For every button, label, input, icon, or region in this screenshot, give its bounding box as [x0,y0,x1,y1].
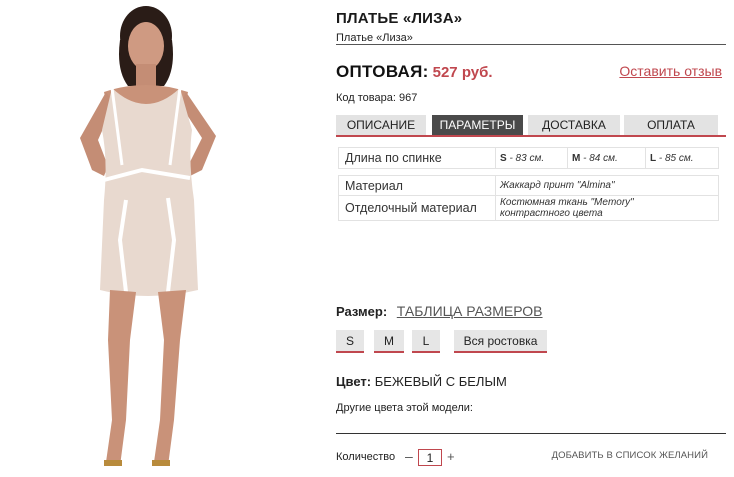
quantity-row: Количество – + ДОБАВИТЬ В СПИСОК ЖЕЛАНИЙ [336,448,726,468]
size-all-button[interactable]: Вся ростовка [454,330,547,353]
color-value: БЕЖЕВЫЙ С БЕЛЫМ [374,374,507,389]
leave-review-link[interactable]: Оставить отзыв [619,63,722,79]
price-value: 527 руб. [432,64,493,81]
price-label: ОПТОВАЯ: [336,62,429,81]
tab-description[interactable]: ОПИСАНИЕ [336,115,426,135]
product-subtitle: Платье «Лиза» [336,32,413,44]
other-colors-label: Другие цвета этой модели: [336,402,473,414]
param-label-trim: Отделочный материал [338,195,496,221]
table-row: Материал Жаккард принт "Almina" [338,175,719,196]
tab-parameters[interactable]: ПАРАМЕТРЫ [432,115,523,135]
tab-payment[interactable]: ОПЛАТА [624,115,718,135]
tabs-underline [336,135,726,137]
trim-text: Костюмная ткань "Memory" контрастного цв… [500,197,634,219]
product-tabs: ОПИСАНИЕ ПАРАМЕТРЫ ДОСТАВКА ОПЛАТА [336,115,726,137]
param-label-material: Материал [338,175,496,196]
size-l-button[interactable]: L [412,330,440,353]
param-value-s: S - 83 см. [495,147,568,169]
product-details-panel: ПЛАТЬЕ «ЛИЗА» Платье «Лиза» ОПТОВАЯ: 527 … [336,0,728,477]
color-row: Цвет: БЕЖЕВЫЙ С БЕЛЫМ [336,374,507,389]
size-s-button[interactable]: S [336,330,364,353]
param-value-m: M - 84 см. [567,147,646,169]
table-row: Отделочный материал Костюмная ткань "Mem… [338,195,719,221]
quantity-increase-button[interactable]: + [447,449,455,464]
model-in-dress-image [80,6,216,466]
color-label: Цвет: [336,374,372,389]
size-l-value: - 85 см. [656,152,694,164]
product-title: ПЛАТЬЕ «ЛИЗА» [336,10,463,27]
param-value-trim: Костюмная ткань "Memory" контрастного цв… [495,195,719,221]
size-label: Размер: [336,304,388,319]
size-s-value: - 83 см. [506,152,545,164]
size-chart-link[interactable]: ТАБЛИЦА РАЗМЕРОВ [397,303,543,319]
product-sku: Код товара: 967 [336,92,418,104]
quantity-label: Количество [336,451,396,463]
parameters-table: Длина по спинке S - 83 см. M - 84 см. L … [338,147,719,221]
tab-delivery[interactable]: ДОСТАВКА [528,115,620,135]
param-label-length: Длина по спинке [338,147,496,169]
add-to-wishlist-link[interactable]: ДОБАВИТЬ В СПИСОК ЖЕЛАНИЙ [552,450,708,461]
quantity-decrease-button[interactable]: – [405,448,413,464]
product-photo[interactable] [8,0,326,477]
quantity-input[interactable] [418,449,442,466]
param-value-material: Жаккард принт "Almina" [495,175,719,196]
size-m-button[interactable]: M [374,330,404,353]
price-row: ОПТОВАЯ: 527 руб. Оставить отзыв [336,62,726,84]
bottom-divider [336,433,726,434]
param-value-l: L - 85 см. [645,147,719,169]
table-row: Длина по спинке S - 83 см. M - 84 см. L … [338,147,719,169]
title-divider [336,44,726,45]
size-s-label: S [500,152,507,164]
size-m-value: - 84 см. [580,152,618,164]
size-row: Размер: ТАБЛИЦА РАЗМЕРОВ [336,303,543,319]
table-spacer [339,169,719,176]
